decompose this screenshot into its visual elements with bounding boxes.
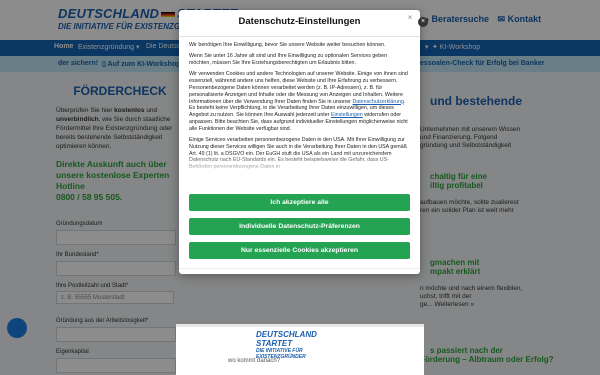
close-icon[interactable]: × bbox=[418, 17, 428, 27]
promo-caption: wo kommt danach? bbox=[228, 358, 281, 364]
settings-link[interactable]: Einstellungen bbox=[331, 112, 363, 118]
promo-card: DEUTSCHLAND STARTET DIE INITIATIVE FÜR E… bbox=[176, 324, 424, 375]
accept-all-button[interactable]: Ich akzeptiere alle bbox=[189, 194, 410, 211]
dialog-paragraph: Wir benötigen Ihre Einwilligung, bevor S… bbox=[189, 42, 386, 48]
dialog-paragraph: Wenn Sie unter 16 Jahre alt sind und Ihr… bbox=[189, 53, 388, 67]
dialog-title: Datenschutz-Einstellungen bbox=[238, 16, 361, 27]
divider bbox=[179, 36, 420, 37]
promo-logo: DEUTSCHLAND STARTET DIE INITIATIVE FÜR E… bbox=[256, 330, 317, 360]
privacy-settings-dialog: Datenschutz-Einstellungen × Wir benötige… bbox=[179, 10, 420, 274]
scroll-fade bbox=[179, 152, 420, 176]
individual-preferences-button[interactable]: Individuelle Datenschutz-Präferenzen bbox=[189, 218, 410, 235]
divider bbox=[176, 324, 424, 327]
privacy-policy-link[interactable]: Datenschutzerklärung bbox=[352, 99, 404, 105]
divider bbox=[179, 268, 420, 269]
accept-essential-button[interactable]: Nur essenzielle Cookies akzeptieren bbox=[189, 242, 410, 259]
dialog-paragraph: Wir verwenden Cookies und andere Technol… bbox=[189, 71, 408, 132]
close-icon[interactable]: × bbox=[405, 13, 415, 23]
